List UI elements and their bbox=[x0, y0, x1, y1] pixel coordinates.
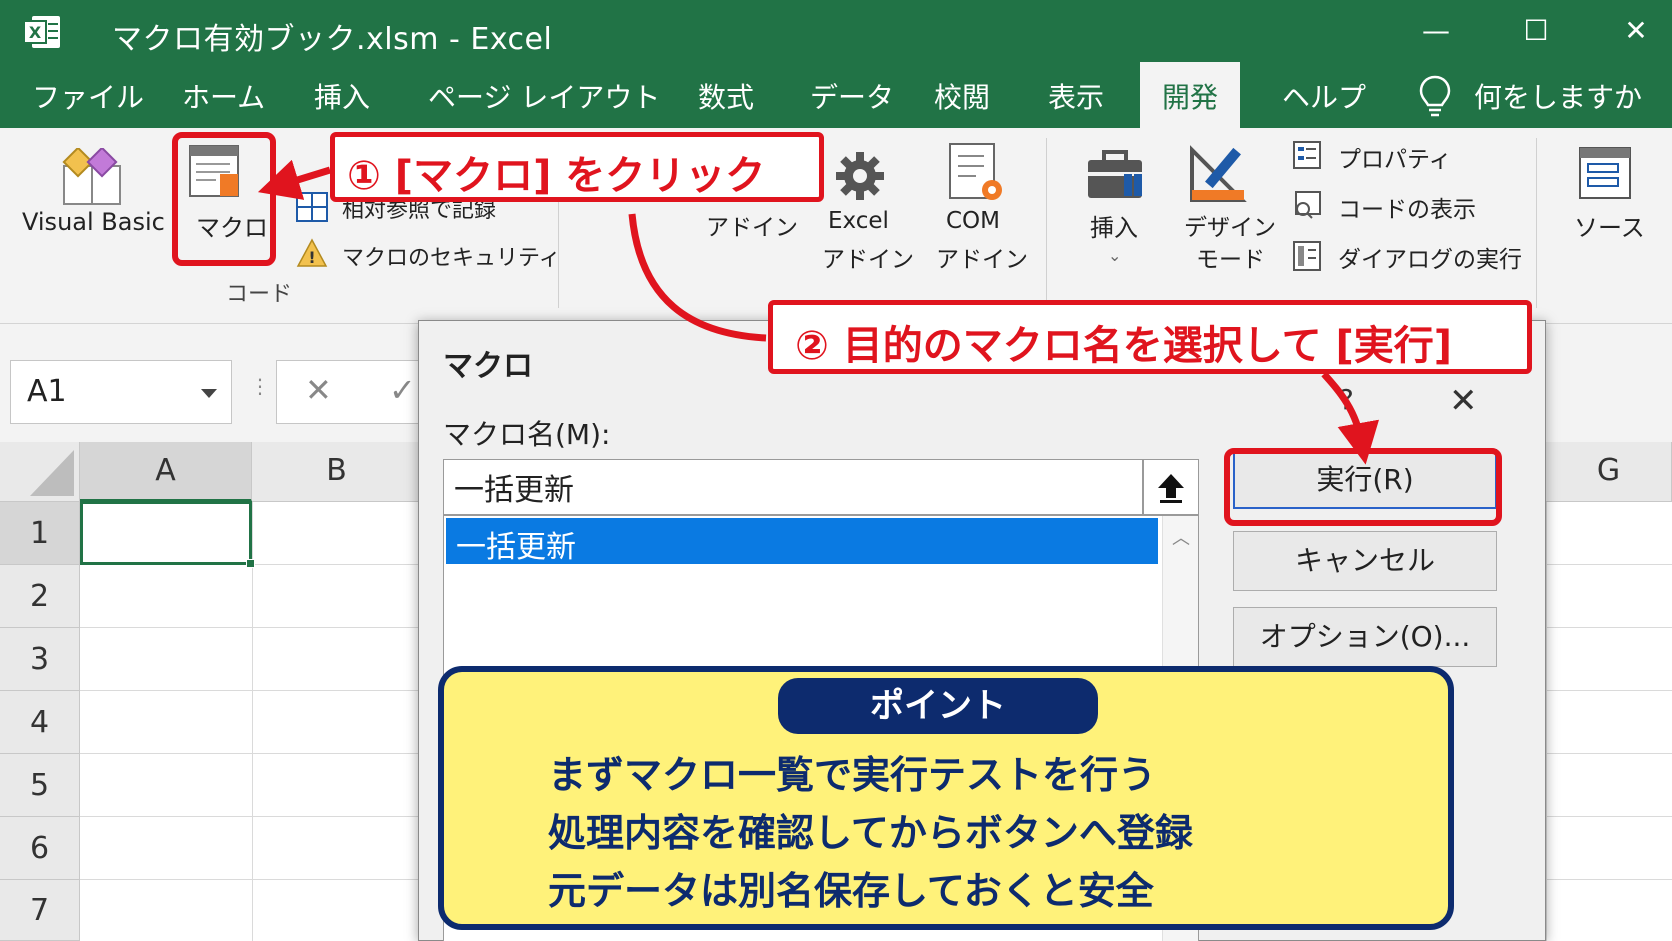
column-header-g[interactable]: G bbox=[1546, 442, 1672, 502]
macro-name-label: マクロ名(M): bbox=[443, 418, 611, 451]
tab-view[interactable]: 表示 bbox=[1048, 76, 1104, 116]
ribbon-tabs: ファイル ホーム 挿入 ページ レイアウト 数式 データ 校閲 表示 開発 ヘル… bbox=[0, 62, 1672, 128]
tab-review[interactable]: 校閲 bbox=[934, 76, 990, 116]
row-header-4[interactable]: 4 bbox=[0, 691, 80, 754]
tab-formulas[interactable]: 数式 bbox=[698, 76, 754, 116]
macro-highlight-box bbox=[172, 132, 276, 266]
row-header-2[interactable]: 2 bbox=[0, 565, 80, 628]
help-button[interactable]: ? bbox=[1339, 383, 1354, 416]
chevron-up-icon[interactable]: ︿ bbox=[1172, 524, 1190, 550]
tab-page-layout[interactable]: ページ レイアウト bbox=[428, 76, 660, 116]
upload-arrow-icon[interactable] bbox=[1143, 459, 1199, 515]
name-box[interactable]: A1 bbox=[10, 360, 232, 424]
minimize-button[interactable]: — bbox=[1406, 8, 1466, 54]
tell-me-search[interactable]: 何をしますか bbox=[1474, 76, 1642, 116]
window-title: マクロ有効ブック.xlsm - Excel bbox=[112, 22, 553, 57]
drag-handle-icon[interactable]: ⋮ bbox=[250, 374, 270, 398]
point-line-2: 処理内容を確認してからボタンへ登録 bbox=[548, 811, 1193, 855]
row-header-7[interactable]: 7 bbox=[0, 880, 80, 941]
properties-icon bbox=[1292, 140, 1322, 174]
excel-logo-icon: X bbox=[22, 14, 62, 50]
excel-addins-line2[interactable]: アドイン bbox=[822, 240, 914, 274]
fill-handle[interactable] bbox=[246, 559, 255, 568]
insert-control-button[interactable]: 挿入 bbox=[1090, 208, 1138, 243]
tab-developer[interactable]: 開発 bbox=[1140, 62, 1241, 128]
warning-icon: ! bbox=[296, 238, 328, 272]
grid-line bbox=[1546, 502, 1547, 941]
lightbulb-icon bbox=[1418, 74, 1452, 122]
dialog-title: マクロ bbox=[443, 349, 533, 384]
step2-callout: ② 目的のマクロ名を選択して [実行] bbox=[768, 300, 1532, 374]
tab-home[interactable]: ホーム bbox=[182, 76, 265, 116]
gear-icon bbox=[832, 148, 888, 208]
row-header-6[interactable]: 6 bbox=[0, 817, 80, 880]
row-header-5[interactable]: 5 bbox=[0, 754, 80, 817]
visual-basic-button[interactable]: Visual Basic bbox=[22, 208, 165, 236]
enter-formula-icon[interactable]: ✓ bbox=[389, 371, 416, 409]
cancel-button[interactable]: キャンセル bbox=[1233, 531, 1497, 591]
design-mode-line1[interactable]: デザイン bbox=[1184, 208, 1276, 242]
svg-text:!: ! bbox=[308, 248, 315, 267]
tab-help[interactable]: ヘルプ bbox=[1282, 76, 1366, 116]
macro-security-button[interactable]: マクロのセキュリティ bbox=[342, 240, 561, 272]
code-group-label: コード bbox=[226, 282, 293, 307]
view-code-icon bbox=[1292, 190, 1322, 224]
run-dialog-icon bbox=[1292, 240, 1322, 276]
step1-callout: ① [マクロ] をクリック bbox=[330, 132, 824, 202]
chevron-down-icon[interactable] bbox=[201, 389, 217, 398]
excel-addins-line1[interactable]: Excel bbox=[828, 208, 889, 234]
title-bar: X マクロ有効ブック.xlsm - Excel — ☐ ✕ bbox=[0, 0, 1672, 62]
tab-data[interactable]: データ bbox=[810, 76, 894, 116]
tab-insert[interactable]: 挿入 bbox=[314, 76, 370, 116]
options-button[interactable]: オプション(O)... bbox=[1233, 607, 1497, 667]
point-title: ポイント bbox=[778, 678, 1098, 734]
ribbon-separator bbox=[1046, 138, 1047, 308]
column-header-a[interactable]: A bbox=[80, 442, 252, 502]
row-header-1[interactable]: 1 bbox=[0, 502, 80, 565]
design-mode-icon bbox=[1188, 142, 1256, 210]
svg-text:X: X bbox=[29, 23, 42, 42]
cancel-formula-icon[interactable]: ✕ bbox=[305, 371, 332, 409]
close-window-button[interactable]: ✕ bbox=[1606, 8, 1666, 54]
addins-button[interactable]: アドイン bbox=[706, 208, 798, 242]
view-code-button[interactable]: コードの表示 bbox=[1338, 190, 1476, 224]
column-header-b[interactable]: B bbox=[252, 442, 422, 502]
run-dialog-button[interactable]: ダイアログの実行 bbox=[1338, 240, 1522, 274]
ribbon-separator bbox=[1536, 138, 1537, 308]
macro-name-input[interactable] bbox=[443, 459, 1143, 515]
relative-record-icon bbox=[296, 192, 328, 226]
com-addins-line1[interactable]: COM bbox=[946, 208, 1000, 234]
point-line-3: 元データは別名保存しておくと安全 bbox=[548, 869, 1154, 913]
toolbox-icon bbox=[1084, 144, 1146, 208]
point-box: ポイント まずマクロ一覧で実行テストを行う 処理内容を確認してからボタンへ登録 … bbox=[438, 666, 1454, 930]
maximize-button[interactable]: ☐ bbox=[1506, 8, 1566, 54]
list-item[interactable]: 一括更新 bbox=[446, 518, 1158, 565]
source-button[interactable]: ソース bbox=[1574, 208, 1645, 243]
tab-file[interactable]: ファイル bbox=[32, 76, 144, 116]
com-addins-icon bbox=[946, 142, 1006, 208]
visual-basic-icon bbox=[60, 146, 124, 212]
chevron-down-icon: ⌄ bbox=[1108, 246, 1122, 265]
com-addins-line2[interactable]: アドイン bbox=[936, 240, 1028, 274]
active-cell-a1[interactable] bbox=[80, 501, 255, 568]
design-mode-line2[interactable]: モード bbox=[1196, 240, 1265, 274]
select-all-corner[interactable] bbox=[0, 442, 80, 502]
point-line-1: まずマクロ一覧で実行テストを行う bbox=[548, 753, 1157, 797]
properties-button[interactable]: プロパティ bbox=[1338, 140, 1452, 174]
name-box-value: A1 bbox=[27, 374, 67, 409]
row-header-3[interactable]: 3 bbox=[0, 628, 80, 691]
run-highlight-box bbox=[1224, 448, 1502, 526]
source-icon bbox=[1576, 144, 1634, 206]
dialog-close-button[interactable]: ✕ bbox=[1449, 381, 1478, 421]
